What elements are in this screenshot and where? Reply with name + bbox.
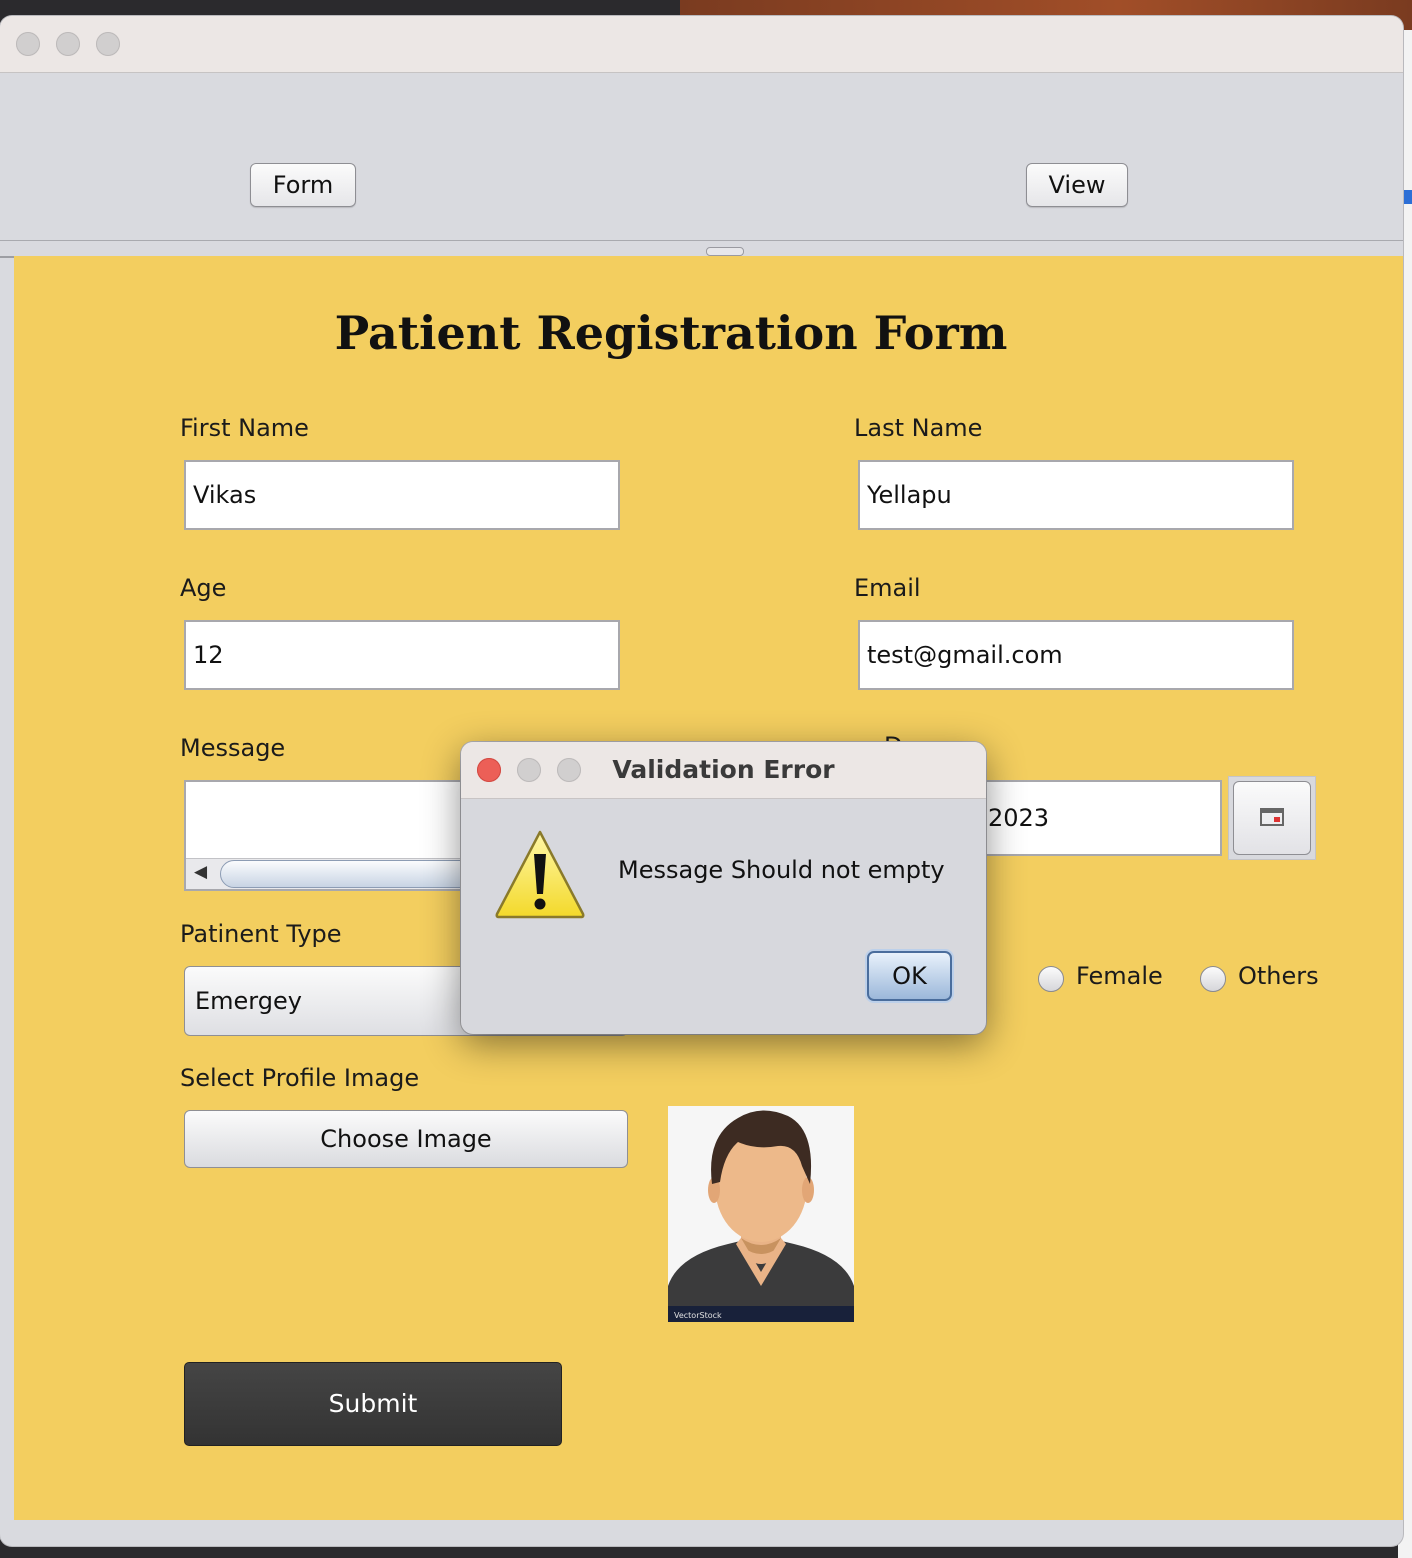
radio-icon[interactable] [1200,966,1226,992]
message-horizontal-scrollbar[interactable]: ◀ [186,858,482,889]
warning-icon [495,830,585,919]
dialog-message: Message Should not empty [618,856,945,884]
first-name-label: First Name [180,414,309,442]
avatar-watermark: VectorStock [674,1311,722,1320]
last-name-field[interactable]: Yellapu [858,460,1294,530]
split-divider [0,240,1403,241]
window-minimize-button[interactable] [56,32,80,56]
age-field[interactable]: 12 [184,620,620,690]
age-label: Age [180,574,227,602]
date-picker [1228,776,1316,860]
choose-image-button[interactable]: Choose Image [184,1110,628,1168]
title-bar [0,16,1403,73]
window-zoom-button[interactable] [96,32,120,56]
last-name-label: Last Name [854,414,983,442]
dialog-title-bar: Validation Error [461,742,986,799]
avatar-picture: VectorStock [668,1106,854,1322]
email-label: Email [854,574,921,602]
calendar-button[interactable] [1233,781,1311,855]
window-close-button[interactable] [16,32,40,56]
radio-others-label: Others [1238,962,1319,990]
validation-error-dialog: Validation Error Message Should not empt… [461,742,986,1034]
calendar-icon [1260,808,1284,826]
split-pane-handle[interactable] [706,247,744,256]
profile-image-label: Select Profile Image [180,1064,420,1092]
radio-female-label: Female [1076,962,1163,990]
date-field[interactable]: 2023 [970,780,1222,856]
first-name-field[interactable]: Vikas [184,460,620,530]
toolbar: Form View [0,73,1403,241]
email-field[interactable]: test@gmail.com [858,620,1294,690]
message-label: Message [180,734,286,762]
submit-button[interactable]: Submit [184,1362,562,1446]
form-title: Patient Registration Form [334,306,1008,360]
scrollbar-thumb[interactable] [220,860,482,888]
message-textarea[interactable]: ◀ [184,780,484,891]
dialog-title: Validation Error [612,755,835,784]
ok-button[interactable]: OK [867,951,952,1001]
patient-type-label: Patinent Type [180,920,342,948]
avatar-image: VectorStock [668,1106,854,1322]
view-button[interactable]: View [1026,163,1128,207]
form-button[interactable]: Form [250,163,356,207]
radio-icon[interactable] [1038,966,1064,992]
scroll-left-icon[interactable]: ◀ [194,862,207,882]
